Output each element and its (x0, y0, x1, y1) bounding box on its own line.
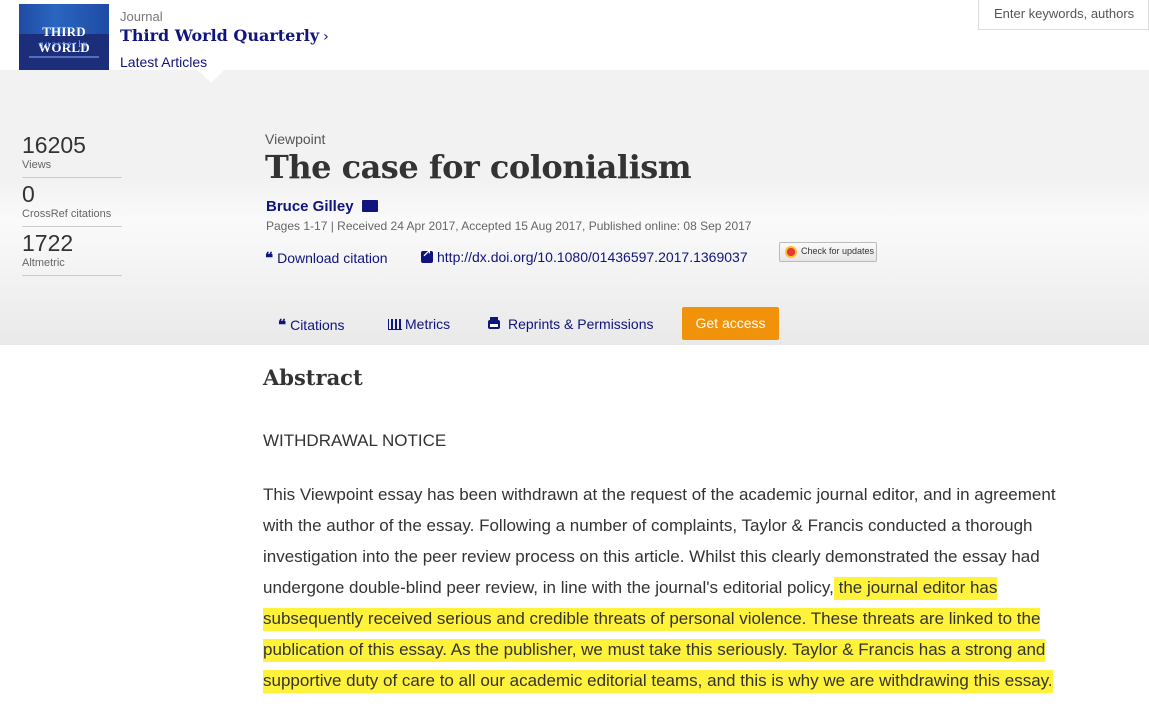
journal-label: Journal (120, 9, 163, 24)
abstract-text: with the author of the essay. Following … (263, 516, 1033, 535)
tab-reprints-label: Reprints & Permissions (508, 316, 654, 332)
printer-icon (488, 317, 500, 329)
abstract-line: subsequently received serious and credib… (263, 603, 1143, 634)
quote-icon: ❝ (265, 249, 274, 267)
cover-subtitle: quarterly (38, 39, 90, 49)
abstract-body: This Viewpoint essay has been withdrawn … (263, 479, 1143, 696)
cover-rule (29, 56, 99, 58)
abstract-line: publication of this essay. As the publis… (263, 634, 1143, 665)
highlighted-text: the journal editor has (833, 577, 998, 600)
doi-text: http://dx.doi.org/10.1080/01436597.2017.… (437, 249, 748, 265)
tab-metrics[interactable]: Metrics (388, 316, 450, 332)
metric-label: CrossRef citations (22, 208, 112, 220)
abstract-text: undergone double-blind peer review, in l… (263, 578, 834, 597)
header-notch (198, 70, 224, 83)
article-title: The case for colonialism (265, 148, 692, 186)
doi-link[interactable]: http://dx.doi.org/10.1080/01436597.2017.… (421, 247, 748, 265)
check-for-updates-button[interactable]: Check for updates (779, 242, 877, 262)
journal-cover-image[interactable]: THIRD WORLD quarterly (19, 4, 109, 70)
article-type: Viewpoint (265, 131, 326, 147)
external-link-icon (421, 247, 433, 263)
article-meta: Pages 1-17 | Received 24 Apr 2017, Accep… (266, 219, 752, 233)
abstract-line: with the author of the essay. Following … (263, 510, 1143, 541)
tab-reprints-permissions[interactable]: Reprints & Permissions (488, 316, 654, 332)
latest-articles-link[interactable]: Latest Articles (120, 54, 207, 70)
download-citation-link[interactable]: ❝ Download citation (265, 249, 388, 267)
metric-altmetric[interactable]: 1722 Altmetric (22, 230, 122, 276)
search-input[interactable]: Enter keywords, authors (978, 0, 1149, 30)
article-header (0, 70, 1149, 345)
metric-label: Views (22, 159, 52, 171)
journal-title-link[interactable]: Third World Quarterly › (120, 26, 329, 45)
bar-chart-icon (388, 319, 402, 330)
abstract-heading: Abstract (263, 365, 363, 390)
get-access-button[interactable]: Get access (682, 307, 779, 340)
withdrawal-notice: WITHDRAWAL NOTICE (263, 431, 447, 450)
highlighted-text: publication of this essay. As the publis… (263, 639, 1046, 662)
download-citation-label: Download citation (277, 250, 388, 266)
envelope-icon[interactable] (361, 200, 378, 212)
crossmark-icon (785, 246, 797, 258)
abstract-text: This Viewpoint essay has been withdrawn … (263, 485, 1056, 504)
tab-citations-label: Citations (290, 317, 345, 333)
tab-metrics-label: Metrics (405, 316, 451, 332)
metric-value: 1722 (22, 230, 74, 256)
abstract-line: This Viewpoint essay has been withdrawn … (263, 479, 1143, 510)
highlighted-text: supportive duty of care to all our acade… (263, 670, 1053, 693)
abstract-text: investigation into the peer review proce… (263, 547, 1040, 566)
metric-label: Altmetric (22, 257, 65, 269)
check-for-updates-label: Check for updates (801, 246, 875, 256)
metric-value: 16205 (22, 132, 86, 158)
abstract-line: supportive duty of care to all our acade… (263, 665, 1143, 696)
author-link[interactable]: Bruce Gilley (266, 198, 378, 215)
author-name: Bruce Gilley (266, 198, 354, 215)
metric-crossref: 0 CrossRef citations (22, 181, 122, 227)
chevron-right-icon: › (323, 29, 329, 45)
quote-icon: ❝ (278, 316, 287, 334)
highlighted-text: subsequently received serious and credib… (263, 608, 1041, 631)
metric-value: 0 (22, 181, 35, 207)
metric-views: 16205 Views (22, 132, 122, 178)
abstract-line: investigation into the peer review proce… (263, 541, 1143, 572)
top-bar: THIRD WORLD quarterly Journal Third Worl… (0, 0, 1149, 70)
abstract-line: undergone double-blind peer review, in l… (263, 572, 1143, 603)
journal-title-text: Third World Quarterly (120, 26, 320, 45)
tab-citations[interactable]: ❝ Citations (278, 316, 345, 334)
